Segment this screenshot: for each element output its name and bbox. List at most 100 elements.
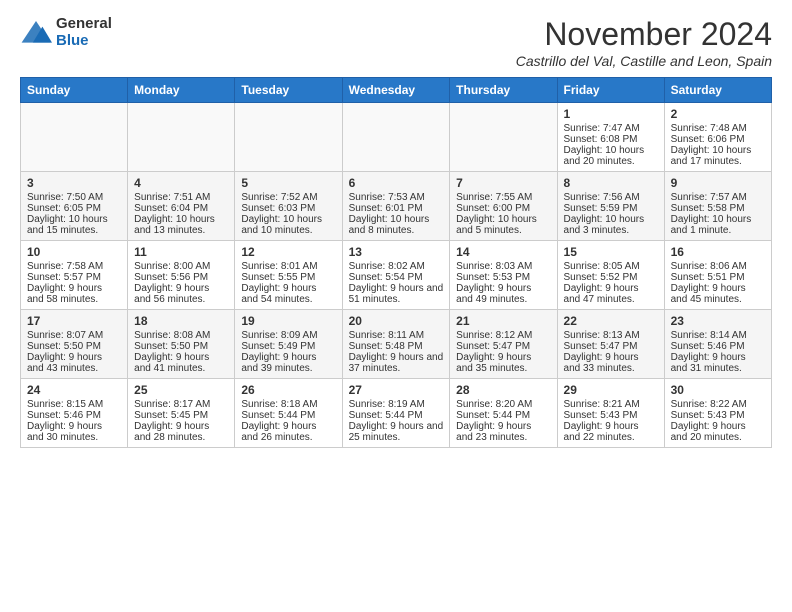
- day-number: 8: [564, 176, 658, 190]
- calendar-week-row: 1Sunrise: 7:47 AMSunset: 6:08 PMDaylight…: [21, 103, 772, 172]
- calendar-cell: 3Sunrise: 7:50 AMSunset: 6:05 PMDaylight…: [21, 172, 128, 241]
- calendar-cell: 18Sunrise: 8:08 AMSunset: 5:50 PMDayligh…: [128, 310, 235, 379]
- calendar-cell: 12Sunrise: 8:01 AMSunset: 5:55 PMDayligh…: [235, 241, 342, 310]
- day-number: 27: [349, 383, 444, 397]
- sunset-text: Sunset: 6:03 PM: [241, 203, 335, 214]
- sunset-text: Sunset: 5:44 PM: [456, 410, 550, 421]
- sunset-text: Sunset: 5:56 PM: [134, 272, 228, 283]
- sunset-text: Sunset: 5:59 PM: [564, 203, 658, 214]
- sunrise-text: Sunrise: 8:09 AM: [241, 330, 335, 341]
- sunrise-text: Sunrise: 8:20 AM: [456, 399, 550, 410]
- sunrise-text: Sunrise: 8:14 AM: [671, 330, 765, 341]
- sunrise-text: Sunrise: 8:08 AM: [134, 330, 228, 341]
- daylight-text: Daylight: 9 hours and 31 minutes.: [671, 352, 765, 374]
- logo-general: General: [56, 16, 112, 33]
- weekday-header: Thursday: [450, 78, 557, 103]
- daylight-text: Daylight: 10 hours and 15 minutes.: [27, 214, 121, 236]
- day-number: 5: [241, 176, 335, 190]
- sunset-text: Sunset: 5:46 PM: [27, 410, 121, 421]
- calendar-week-row: 10Sunrise: 7:58 AMSunset: 5:57 PMDayligh…: [21, 241, 772, 310]
- day-number: 6: [349, 176, 444, 190]
- sunset-text: Sunset: 5:43 PM: [564, 410, 658, 421]
- calendar-cell: 22Sunrise: 8:13 AMSunset: 5:47 PMDayligh…: [557, 310, 664, 379]
- sunrise-text: Sunrise: 7:50 AM: [27, 192, 121, 203]
- logo-text: General Blue: [56, 16, 112, 49]
- sunrise-text: Sunrise: 8:05 AM: [564, 261, 658, 272]
- sunset-text: Sunset: 5:53 PM: [456, 272, 550, 283]
- sunrise-text: Sunrise: 7:53 AM: [349, 192, 444, 203]
- sunset-text: Sunset: 5:44 PM: [241, 410, 335, 421]
- calendar-cell: 17Sunrise: 8:07 AMSunset: 5:50 PMDayligh…: [21, 310, 128, 379]
- daylight-text: Daylight: 9 hours and 58 minutes.: [27, 283, 121, 305]
- page-header: General Blue November 2024 Castrillo del…: [20, 16, 772, 69]
- sunset-text: Sunset: 5:45 PM: [134, 410, 228, 421]
- weekday-header: Saturday: [664, 78, 771, 103]
- daylight-text: Daylight: 9 hours and 26 minutes.: [241, 421, 335, 443]
- daylight-text: Daylight: 9 hours and 54 minutes.: [241, 283, 335, 305]
- daylight-text: Daylight: 10 hours and 1 minute.: [671, 214, 765, 236]
- sunrise-text: Sunrise: 8:07 AM: [27, 330, 121, 341]
- calendar-cell: 13Sunrise: 8:02 AMSunset: 5:54 PMDayligh…: [342, 241, 450, 310]
- sunset-text: Sunset: 5:48 PM: [349, 341, 444, 352]
- weekday-header: Friday: [557, 78, 664, 103]
- calendar-cell: 28Sunrise: 8:20 AMSunset: 5:44 PMDayligh…: [450, 379, 557, 448]
- sunset-text: Sunset: 5:58 PM: [671, 203, 765, 214]
- weekday-header: Tuesday: [235, 78, 342, 103]
- sunrise-text: Sunrise: 8:18 AM: [241, 399, 335, 410]
- day-number: 19: [241, 314, 335, 328]
- calendar-cell: 16Sunrise: 8:06 AMSunset: 5:51 PMDayligh…: [664, 241, 771, 310]
- daylight-text: Daylight: 9 hours and 39 minutes.: [241, 352, 335, 374]
- month-title: November 2024: [516, 16, 772, 53]
- sunset-text: Sunset: 5:43 PM: [671, 410, 765, 421]
- daylight-text: Daylight: 9 hours and 51 minutes.: [349, 283, 444, 305]
- daylight-text: Daylight: 9 hours and 28 minutes.: [134, 421, 228, 443]
- sunrise-text: Sunrise: 8:01 AM: [241, 261, 335, 272]
- daylight-text: Daylight: 10 hours and 3 minutes.: [564, 214, 658, 236]
- sunrise-text: Sunrise: 8:13 AM: [564, 330, 658, 341]
- daylight-text: Daylight: 9 hours and 49 minutes.: [456, 283, 550, 305]
- day-number: 1: [564, 107, 658, 121]
- sunrise-text: Sunrise: 7:55 AM: [456, 192, 550, 203]
- sunset-text: Sunset: 5:47 PM: [564, 341, 658, 352]
- sunrise-text: Sunrise: 7:57 AM: [671, 192, 765, 203]
- daylight-text: Daylight: 9 hours and 35 minutes.: [456, 352, 550, 374]
- day-number: 12: [241, 245, 335, 259]
- sunset-text: Sunset: 5:46 PM: [671, 341, 765, 352]
- sunset-text: Sunset: 5:51 PM: [671, 272, 765, 283]
- day-number: 24: [27, 383, 121, 397]
- day-number: 16: [671, 245, 765, 259]
- sunset-text: Sunset: 5:54 PM: [349, 272, 444, 283]
- calendar-week-row: 24Sunrise: 8:15 AMSunset: 5:46 PMDayligh…: [21, 379, 772, 448]
- sunset-text: Sunset: 5:44 PM: [349, 410, 444, 421]
- calendar-table: SundayMondayTuesdayWednesdayThursdayFrid…: [20, 77, 772, 448]
- day-number: 15: [564, 245, 658, 259]
- title-block: November 2024 Castrillo del Val, Castill…: [516, 16, 772, 69]
- logo-blue: Blue: [56, 33, 112, 50]
- day-number: 11: [134, 245, 228, 259]
- calendar-cell: 5Sunrise: 7:52 AMSunset: 6:03 PMDaylight…: [235, 172, 342, 241]
- day-number: 25: [134, 383, 228, 397]
- calendar-cell: [342, 103, 450, 172]
- calendar-cell: [450, 103, 557, 172]
- calendar-cell: 9 Sunrise: 7:57 AMSunset: 5:58 PMDaylight…: [664, 172, 771, 241]
- sunrise-text: Sunrise: 8:11 AM: [349, 330, 444, 341]
- sunrise-text: Sunrise: 8:12 AM: [456, 330, 550, 341]
- day-number: 7: [456, 176, 550, 190]
- calendar-cell: 19Sunrise: 8:09 AMSunset: 5:49 PMDayligh…: [235, 310, 342, 379]
- calendar-cell: 10Sunrise: 7:58 AMSunset: 5:57 PMDayligh…: [21, 241, 128, 310]
- calendar-cell: [21, 103, 128, 172]
- sunrise-text: Sunrise: 8:22 AM: [671, 399, 765, 410]
- calendar-cell: 27Sunrise: 8:19 AMSunset: 5:44 PMDayligh…: [342, 379, 450, 448]
- sunrise-text: Sunrise: 7:51 AM: [134, 192, 228, 203]
- day-number: 23: [671, 314, 765, 328]
- calendar-cell: 4Sunrise: 7:51 AMSunset: 6:04 PMDaylight…: [128, 172, 235, 241]
- daylight-text: Daylight: 9 hours and 33 minutes.: [564, 352, 658, 374]
- day-number: 9: [671, 176, 765, 190]
- logo-icon: [20, 17, 52, 49]
- daylight-text: Daylight: 10 hours and 17 minutes.: [671, 145, 765, 167]
- calendar-cell: 1Sunrise: 7:47 AMSunset: 6:08 PMDaylight…: [557, 103, 664, 172]
- sunset-text: Sunset: 5:52 PM: [564, 272, 658, 283]
- sunset-text: Sunset: 6:00 PM: [456, 203, 550, 214]
- sunrise-text: Sunrise: 8:21 AM: [564, 399, 658, 410]
- sunrise-text: Sunrise: 7:47 AM: [564, 123, 658, 134]
